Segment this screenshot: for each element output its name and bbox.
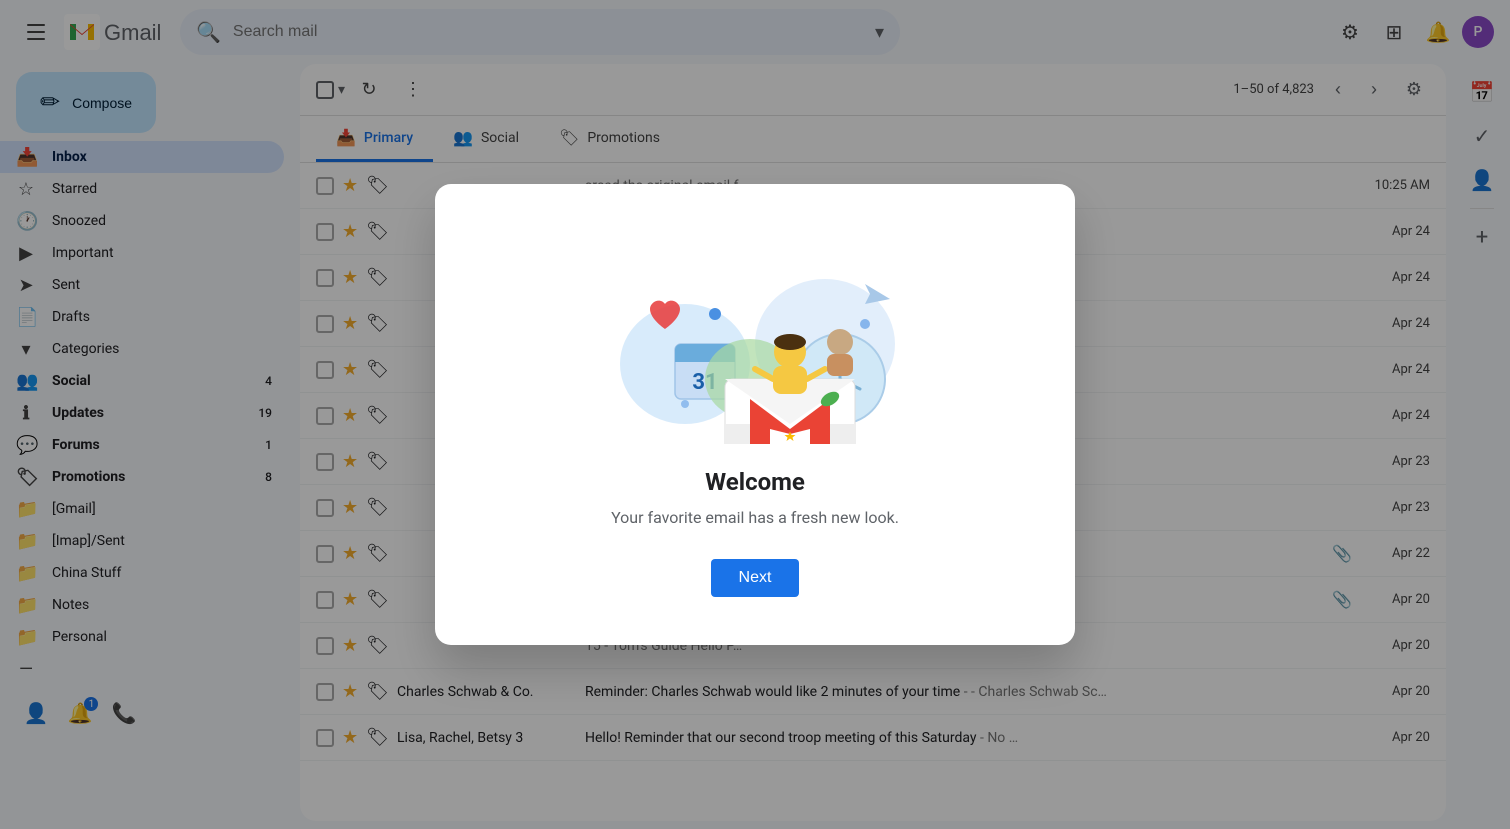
modal-title: Welcome bbox=[705, 468, 805, 496]
welcome-illustration: 31 bbox=[595, 224, 915, 444]
modal-subtitle: Your favorite email has a fresh new look… bbox=[611, 508, 899, 527]
welcome-modal: 31 bbox=[435, 184, 1075, 645]
modal-overlay[interactable]: 31 bbox=[0, 0, 1510, 829]
next-button[interactable]: Next bbox=[711, 559, 800, 597]
